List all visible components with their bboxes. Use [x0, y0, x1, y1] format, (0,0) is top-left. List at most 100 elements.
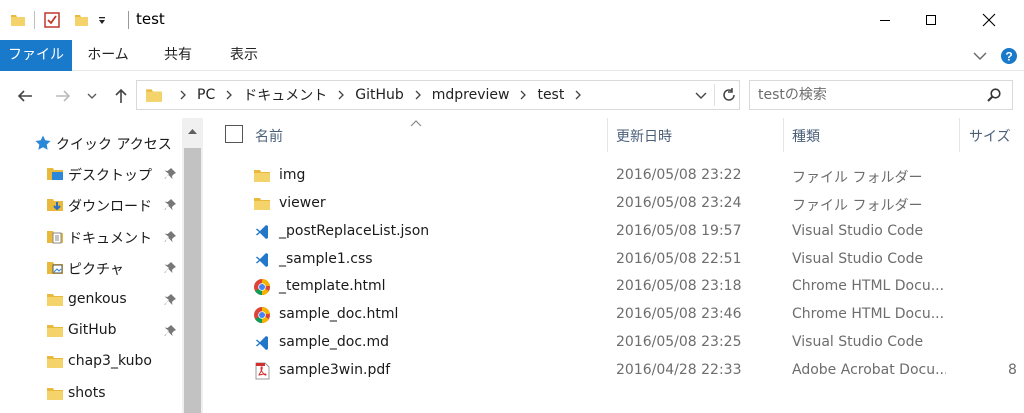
search-box[interactable]: [749, 80, 1013, 110]
sort-ascending-icon: [410, 120, 422, 127]
minimize-button[interactable]: [862, 0, 908, 40]
separator: [34, 11, 35, 29]
back-button[interactable]: [14, 85, 36, 107]
breadcrumb-item[interactable]: GitHub: [355, 87, 404, 103]
close-button[interactable]: [954, 0, 1024, 40]
sidebar-item-label: GitHub: [68, 322, 117, 338]
pin-icon[interactable]: [163, 230, 177, 244]
file-row[interactable]: _template.html 2016/05/08 23:18 Chrome H…: [203, 273, 1024, 301]
forward-button[interactable]: [52, 85, 74, 107]
search-icon[interactable]: [986, 87, 1002, 103]
sidebar-item-downloads[interactable]: ダウンロード: [0, 190, 182, 220]
sidebar-item-chap3-kubo[interactable]: chap3_kubo: [0, 347, 182, 377]
breadcrumb-item[interactable]: ドキュメント: [243, 85, 327, 105]
vscode-icon: [256, 253, 268, 267]
file-type: Chrome HTML Docu...: [792, 278, 945, 294]
file-row[interactable]: sample3win.pdf 2016/04/28 22:33 Adobe Ac…: [203, 357, 1024, 385]
breadcrumb-item[interactable]: PC: [197, 87, 215, 103]
chevron-right-icon[interactable]: [517, 89, 529, 101]
recent-locations-button[interactable]: [84, 85, 100, 107]
title-bar: test: [0, 0, 1024, 40]
pin-icon[interactable]: [163, 293, 177, 307]
column-divider[interactable]: [783, 118, 784, 152]
pictures-folder-icon: [47, 262, 63, 274]
column-header-name[interactable]: 名前: [255, 126, 283, 146]
pdf-icon: [255, 362, 270, 380]
file-type: ファイル フォルダー: [792, 170, 923, 186]
chevron-right-icon[interactable]: [177, 89, 189, 101]
file-type: Adobe Acrobat Docu...: [792, 362, 946, 378]
sidebar-item-label: デスクトップ: [68, 168, 152, 184]
column-header-type[interactable]: 種類: [792, 126, 820, 146]
search-input[interactable]: [758, 85, 978, 105]
file-row[interactable]: sample_doc.html 2016/05/08 23:46 Chrome …: [203, 301, 1024, 329]
chrome-icon: [254, 279, 270, 295]
column-header-size[interactable]: サイズ: [969, 126, 1011, 146]
ribbon-tabs: ファイル ホーム 共有 表示 ?: [0, 40, 1024, 71]
customize-toolbar-icon[interactable]: [97, 12, 107, 28]
sidebar-item-pictures[interactable]: ピクチャ: [0, 253, 182, 283]
column-divider[interactable]: [959, 118, 960, 152]
chevron-right-icon[interactable]: [335, 89, 347, 101]
chevron-right-icon[interactable]: [412, 89, 424, 101]
file-row[interactable]: img 2016/05/08 23:22 ファイル フォルダー: [203, 162, 1024, 190]
scroll-up-icon[interactable]: [187, 126, 198, 137]
pin-icon[interactable]: [163, 198, 177, 212]
file-name: _postReplaceList.json: [279, 223, 430, 239]
file-name: _sample1.css: [279, 251, 373, 267]
file-date: 2016/05/08 23:24: [616, 195, 742, 211]
address-bar[interactable]: PC ドキュメント GitHub mdpreview test: [136, 80, 740, 110]
file-row[interactable]: _postReplaceList.json 2016/05/08 19:57 V…: [203, 218, 1024, 246]
folder-icon: [254, 198, 270, 210]
tab-view[interactable]: 表示: [212, 40, 276, 71]
sidebar-item-desktop[interactable]: デスクトップ: [0, 159, 182, 189]
star-icon: [35, 135, 51, 150]
help-icon[interactable]: ?: [999, 46, 1019, 66]
file-type: Visual Studio Code: [792, 223, 924, 239]
properties-icon[interactable]: [43, 11, 61, 29]
maximize-button[interactable]: [908, 0, 954, 40]
expand-ribbon-icon[interactable]: [970, 46, 990, 66]
tab-file[interactable]: ファイル: [0, 40, 72, 71]
folder-icon[interactable]: [10, 12, 26, 28]
chevron-right-icon[interactable]: [223, 89, 235, 101]
file-row[interactable]: _sample1.css 2016/05/08 22:51 Visual Stu…: [203, 246, 1024, 274]
tab-home[interactable]: ホーム: [76, 40, 140, 71]
arrow-right-icon: [56, 90, 71, 102]
pin-icon[interactable]: [163, 167, 177, 181]
sidebar-item-documents[interactable]: ドキュメント: [0, 222, 182, 252]
breadcrumb-item[interactable]: mdpreview: [432, 87, 510, 103]
pin-icon[interactable]: [163, 261, 177, 275]
up-button[interactable]: [110, 85, 132, 107]
sidebar-item-shots[interactable]: shots: [0, 379, 182, 409]
new-folder-icon[interactable]: [73, 12, 89, 28]
select-all-checkbox[interactable]: [225, 125, 243, 143]
file-date: 2016/05/08 23:25: [616, 334, 742, 350]
sidebar-item-label: ダウンロード: [68, 199, 152, 215]
file-row[interactable]: sample_doc.md 2016/05/08 23:25 Visual St…: [203, 329, 1024, 357]
minimize-icon: [880, 20, 890, 21]
pin-icon[interactable]: [163, 324, 177, 338]
refresh-icon[interactable]: [720, 86, 738, 104]
svg-text:?: ?: [1005, 50, 1012, 64]
file-name: viewer: [279, 195, 326, 211]
chevron-down-icon: [87, 93, 97, 99]
window-title: test: [136, 10, 165, 28]
vscode-icon: [256, 225, 268, 239]
column-header-date[interactable]: 更新日時: [616, 126, 672, 146]
chrome-icon: [254, 307, 270, 323]
column-divider[interactable]: [607, 118, 608, 152]
breadcrumb: PC ドキュメント GitHub mdpreview test: [173, 81, 588, 109]
sidebar-item-genkous[interactable]: genkous: [0, 285, 182, 315]
tab-share[interactable]: 共有: [146, 40, 210, 71]
folder-icon: [254, 170, 270, 182]
file-row[interactable]: viewer 2016/05/08 23:24 ファイル フォルダー: [203, 190, 1024, 218]
file-date: 2016/05/08 23:22: [616, 167, 742, 183]
sidebar-item-github[interactable]: GitHub: [0, 316, 182, 346]
chevron-down-icon[interactable]: [693, 87, 709, 103]
navigation-pane-scrollbar[interactable]: [182, 118, 203, 413]
chevron-right-icon[interactable]: [572, 89, 584, 101]
breadcrumb-item[interactable]: test: [537, 87, 564, 103]
sidebar-item-quick-access[interactable]: クイック アクセス: [0, 128, 182, 158]
scrollbar-thumb[interactable]: [184, 148, 201, 413]
